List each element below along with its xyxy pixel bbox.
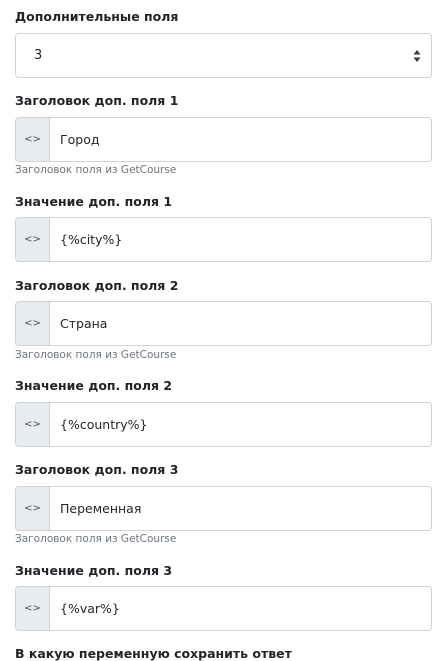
field-2-value-label: Значение доп. поля 2 — [15, 378, 173, 393]
sort-arrows-icon — [413, 50, 421, 62]
code-icon: <> — [16, 302, 50, 345]
field-2-title-value: Страна — [60, 316, 108, 331]
code-icon: <> — [16, 587, 50, 630]
field-1-title-label: Заголовок доп. поля 1 — [15, 93, 179, 108]
field-3-title-label: Заголовок доп. поля 3 — [15, 462, 179, 477]
field-1-value-input[interactable]: <> {%city%} — [15, 217, 432, 262]
save-answer-variable-label: В какую переменную сохранить ответ — [15, 646, 292, 661]
field-3-title-value: Переменная — [60, 501, 142, 516]
field-2-value-value: {%country%} — [60, 417, 148, 432]
code-icon: <> — [16, 487, 50, 530]
field-3-value-value: {%var%} — [60, 601, 120, 616]
code-icon: <> — [16, 218, 50, 261]
additional-fields-selected-value: 3 — [34, 48, 43, 63]
field-3-value-label: Значение доп. поля 3 — [15, 563, 173, 578]
field-3-title-help: Заголовок поля из GetCourse — [15, 533, 177, 545]
field-2-value-input[interactable]: <> {%country%} — [15, 402, 432, 447]
field-3-title-input[interactable]: <> Переменная — [15, 486, 432, 531]
field-1-title-help: Заголовок поля из GetCourse — [15, 164, 177, 176]
field-1-value-label: Значение доп. поля 1 — [15, 194, 173, 209]
field-2-title-help: Заголовок поля из GetCourse — [15, 349, 177, 361]
field-1-title-value: Город — [60, 132, 100, 147]
field-3-value-input[interactable]: <> {%var%} — [15, 586, 432, 631]
field-1-title-input[interactable]: <> Город — [15, 117, 432, 162]
field-2-title-label: Заголовок доп. поля 2 — [15, 278, 179, 293]
additional-fields-select[interactable]: 3 — [15, 33, 432, 78]
code-icon: <> — [16, 118, 50, 161]
additional-fields-label: Дополнительные поля — [15, 9, 179, 24]
field-1-value-value: {%city%} — [60, 232, 123, 247]
field-2-title-input[interactable]: <> Страна — [15, 301, 432, 346]
code-icon: <> — [16, 403, 50, 446]
